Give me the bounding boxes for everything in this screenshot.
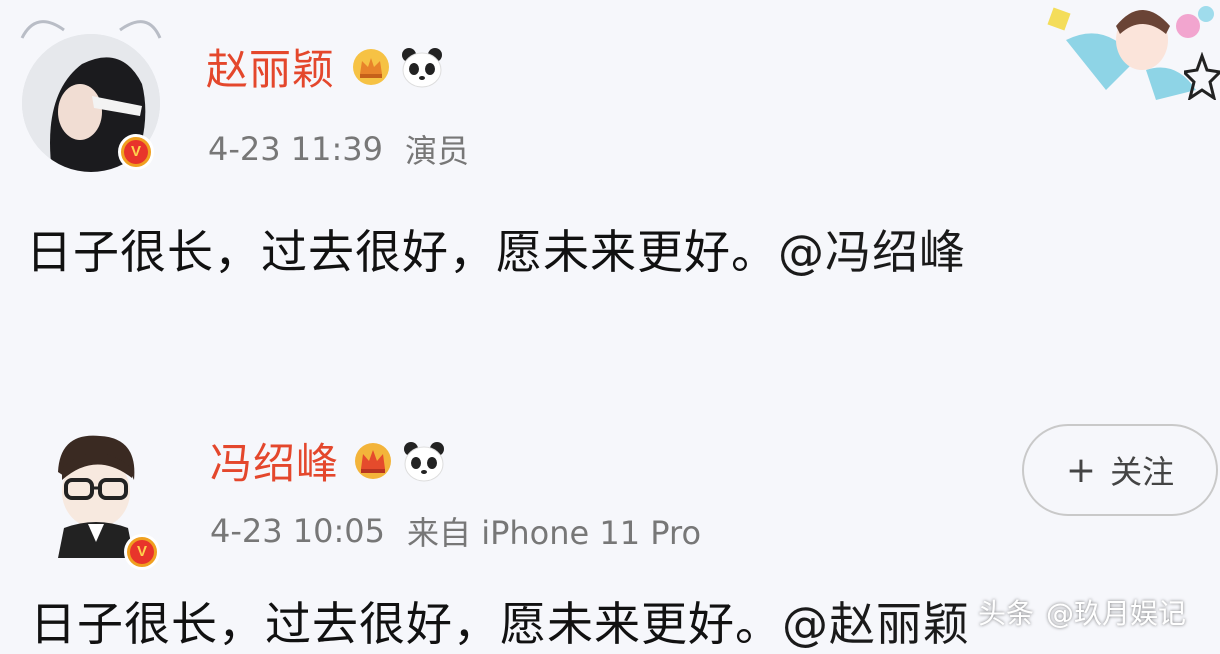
- post-text: 日子很长，过去很好，愿未来更好。: [30, 597, 782, 651]
- follow-button[interactable]: + 关注: [1022, 424, 1218, 516]
- avatar[interactable]: V: [50, 432, 162, 570]
- crown-icon: [355, 442, 392, 479]
- post-meta: 演员: [405, 132, 470, 170]
- follow-label: 关注: [1110, 453, 1175, 491]
- post-content: 日子很长，过去很好，愿未来更好。@冯绍峰: [26, 216, 966, 282]
- star-icon: [1184, 52, 1220, 100]
- post-text: 日子很长，过去很好，愿未来更好。: [26, 225, 778, 279]
- verified-icon: V: [124, 534, 160, 570]
- watermark: 头条 @玖月娱记: [978, 592, 1186, 632]
- plus-icon: +: [1065, 449, 1097, 491]
- post-timestamp: 4-23 11:39: [208, 130, 384, 168]
- post-zhao-liying: V 赵丽颖 4-23 11:39 演员 日子很长，过去很好，愿未来更好。@冯绍峰: [0, 0, 1220, 330]
- username[interactable]: 赵丽颖: [206, 36, 335, 97]
- verified-icon: V: [118, 134, 154, 170]
- post-content: 日子很长，过去很好，愿未来更好。@赵丽颖: [30, 588, 970, 654]
- mention-link[interactable]: @冯绍峰: [778, 225, 966, 279]
- post-timestamp: 4-23 10:05: [210, 512, 386, 550]
- avatar[interactable]: V: [22, 34, 160, 172]
- username[interactable]: 冯绍峰: [210, 430, 339, 491]
- panda-icon: [404, 441, 445, 481]
- post-source: 来自 iPhone 11 Pro: [407, 514, 702, 552]
- watermark-handle: @玖月娱记: [1046, 597, 1187, 630]
- panda-icon: [402, 47, 443, 87]
- crown-icon: [353, 48, 390, 85]
- watermark-platform: 头条: [978, 597, 1035, 630]
- mention-link[interactable]: @赵丽颖: [782, 597, 970, 651]
